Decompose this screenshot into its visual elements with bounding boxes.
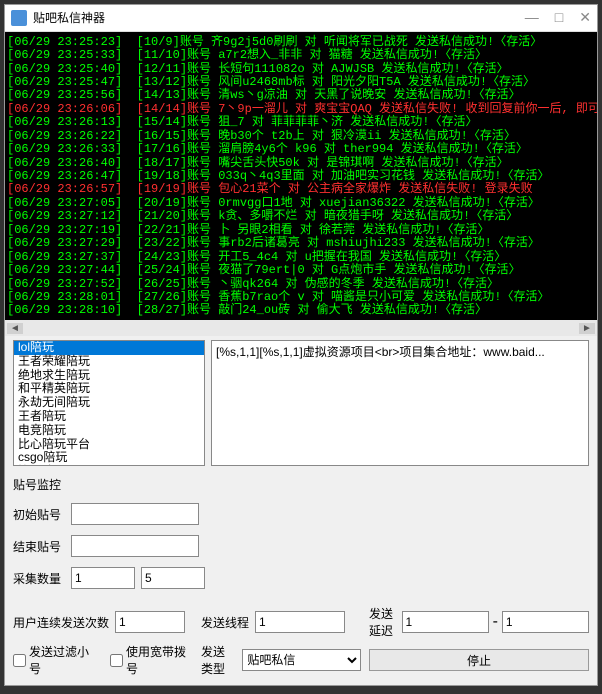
list-item[interactable]: 王者陪玩 bbox=[14, 410, 204, 424]
delay-dash: - bbox=[493, 613, 498, 631]
list-item[interactable]: 永劫无间陪玩 bbox=[14, 396, 204, 410]
end-id-input[interactable] bbox=[71, 535, 199, 557]
maximize-button[interactable]: □ bbox=[555, 9, 563, 26]
start-id-label: 初始贴号 bbox=[13, 506, 65, 523]
send-delay-label: 发送延迟 bbox=[369, 605, 396, 639]
list-item[interactable]: 比心陪玩app bbox=[14, 465, 204, 466]
log-line: [06/29 23:27:12] [21/20]账号 k贪、多嚼不烂 对 暗夜猎… bbox=[7, 210, 595, 223]
end-id-label: 结束贴号 bbox=[13, 538, 65, 555]
close-button[interactable]: ✕ bbox=[579, 9, 591, 26]
titlebar: 贴吧私信神器 — □ ✕ bbox=[5, 5, 597, 32]
send-type-select[interactable]: 贴吧私信 bbox=[242, 649, 361, 671]
scroll-left-button[interactable]: ◄ bbox=[7, 323, 23, 334]
send-thread-label: 发送线程 bbox=[201, 614, 249, 631]
log-line: [06/29 23:27:44] [25/24]账号 夜猫了79ert|0 对 … bbox=[7, 264, 595, 277]
log-line: [06/29 23:28:10] [28/27]账号 敲门24_ou砖 对 偷大… bbox=[7, 304, 595, 317]
list-item[interactable]: 电竞陪玩 bbox=[14, 424, 204, 438]
log-line: [06/29 23:27:29] [23/22]账号 事rb2后诸葛亮 对 ms… bbox=[7, 237, 595, 250]
send-type-label: 发送类型 bbox=[201, 643, 236, 677]
log-console: [06/29 23:25:23] [10/9]账号 齐9g2j5d0刷刷 对 听… bbox=[5, 32, 597, 336]
send-delay-max-input[interactable] bbox=[502, 611, 589, 633]
broadband-label: 使用宽带拨号 bbox=[126, 643, 193, 677]
message-template-textarea[interactable]: [%s,1,1][%s,1,1]虚拟资源项目<br>项目集合地址：www.bai… bbox=[211, 340, 589, 466]
minimize-button[interactable]: — bbox=[525, 9, 539, 26]
log-line: [06/29 23:25:33] [11/10]账号 a7r2想入_非非 对 猫… bbox=[7, 49, 595, 62]
user-repeat-input[interactable] bbox=[115, 611, 185, 633]
collect-count-b-input[interactable] bbox=[141, 567, 205, 589]
app-window: 贴吧私信神器 — □ ✕ [06/29 23:25:23] [10/9]账号 齐… bbox=[4, 4, 598, 686]
filter-small-checkbox[interactable] bbox=[13, 654, 26, 667]
log-line: [06/29 23:26:40] [18/17]账号 嘴尖舌头快50k 对 是锦… bbox=[7, 157, 595, 170]
scroll-right-button[interactable]: ► bbox=[579, 323, 595, 334]
log-line: [06/29 23:25:56] [14/13]账号 清ws丶g凉油 对 天黑了… bbox=[7, 89, 595, 102]
window-title: 贴吧私信神器 bbox=[33, 9, 525, 26]
send-delay-min-input[interactable] bbox=[402, 611, 489, 633]
list-item[interactable]: 王者荣耀陪玩 bbox=[14, 355, 204, 369]
log-line: [06/29 23:26:33] [17/16]账号 溜肩膀4y6个 k96 对… bbox=[7, 143, 595, 156]
list-item[interactable]: lol陪玩 bbox=[14, 341, 204, 355]
collect-count-a-input[interactable] bbox=[71, 567, 135, 589]
monitor-section-label: 贴号监控 bbox=[13, 476, 589, 493]
log-line: [06/29 23:25:40] [12/11]账号 长短句111082o 对 … bbox=[7, 63, 595, 76]
log-line: [06/29 23:26:57] [19/19]账号 包心21菜个 对 公主病全… bbox=[7, 183, 595, 196]
app-icon bbox=[11, 10, 27, 26]
filter-small-label: 发送过滤小号 bbox=[29, 643, 96, 677]
log-line: [06/29 23:26:13] [15/14]账号 狙_7 对 菲菲菲菲丶济 … bbox=[7, 116, 595, 129]
collect-count-label: 采集数量 bbox=[13, 570, 65, 587]
send-thread-input[interactable] bbox=[255, 611, 345, 633]
keyword-listbox[interactable]: lol陪玩王者荣耀陪玩绝地求生陪玩和平精英陪玩永劫无间陪玩王者陪玩电竞陪玩比心陪… bbox=[13, 340, 205, 466]
user-repeat-label: 用户连续发送次数 bbox=[13, 614, 109, 631]
broadband-checkbox[interactable] bbox=[110, 654, 123, 667]
lower-panel: lol陪玩王者荣耀陪玩绝地求生陪玩和平精英陪玩永劫无间陪玩王者陪玩电竞陪玩比心陪… bbox=[5, 336, 597, 685]
log-line: [06/29 23:27:52] [26/25]账号 丶骃qk264 对 伪感的… bbox=[7, 278, 595, 291]
start-id-input[interactable] bbox=[71, 503, 199, 525]
stop-button[interactable]: 停止 bbox=[369, 649, 589, 671]
